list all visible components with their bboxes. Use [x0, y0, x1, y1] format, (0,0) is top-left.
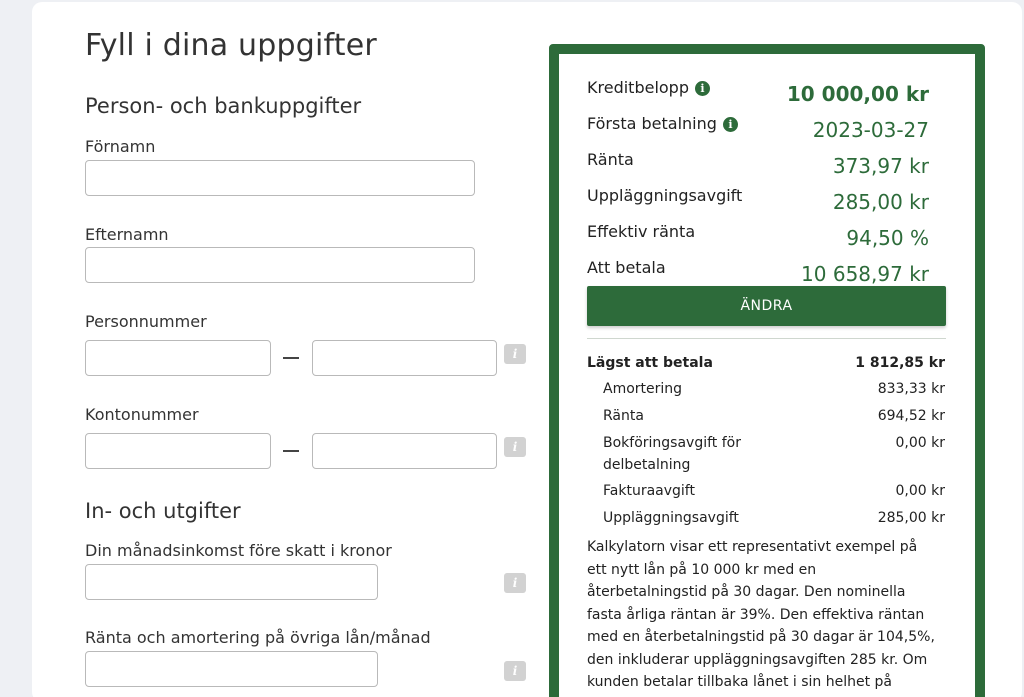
efternamn-input[interactable]	[85, 247, 475, 283]
breakdown-ranta-value: 694,52 kr	[877, 408, 945, 424]
dash-separator	[283, 357, 299, 359]
loans-info-icon[interactable]: i	[504, 661, 526, 681]
section-title-income: In- och utgifter	[85, 499, 241, 523]
fakturaavgift-value: 0,00 kr	[895, 483, 946, 499]
personnummer-date-input[interactable]	[85, 340, 271, 376]
ranta-value: 373,97 kr	[832, 154, 929, 178]
personnummer-label: Personnummer	[85, 312, 207, 331]
effektiv-ranta-label: Effektiv ränta	[587, 222, 696, 241]
lagst-att-betala-label: Lägst att betala	[587, 355, 713, 371]
divider	[587, 338, 946, 339]
fornamn-input[interactable]	[85, 160, 475, 196]
section-title-person: Person- och bankuppgifter	[85, 94, 362, 118]
upplaggningsavgift-value: 285,00 kr	[832, 190, 929, 214]
clearing-number-input[interactable]	[85, 433, 271, 469]
upplaggningsavgift-label: Uppläggningsavgift	[587, 186, 743, 205]
loans-input[interactable]	[85, 651, 378, 687]
forsta-betalning-info-icon[interactable]: i	[722, 117, 738, 132]
page-title: Fyll i dina uppgifter	[85, 28, 377, 63]
kreditbelopp-value: 10 000,00 kr	[786, 82, 929, 106]
kreditbelopp-row: Kreditbelopp i	[587, 78, 710, 97]
change-button[interactable]: ÄNDRA	[587, 286, 946, 326]
income-input[interactable]	[85, 564, 378, 600]
forsta-betalning-label: Första betalning	[587, 114, 717, 133]
income-info-icon[interactable]: i	[504, 573, 526, 593]
effektiv-ranta-value: 94,50 %	[846, 226, 929, 250]
efternamn-label: Efternamn	[85, 225, 169, 244]
loans-label: Ränta och amortering på övriga lån/månad	[85, 628, 431, 647]
dash-separator	[283, 450, 299, 452]
disclaimer-text: Kalkylatorn visar ett representativt exe…	[587, 539, 935, 697]
income-label: Din månadsinkomst före skatt i kronor	[85, 541, 392, 560]
bokforingsavgift-label: Bokföringsavgift för delbetalning	[603, 432, 741, 476]
ranta-label: Ränta	[587, 150, 634, 169]
kontonummer-label: Kontonummer	[85, 405, 199, 424]
breakdown-ranta-label: Ränta	[603, 408, 644, 424]
forsta-betalning-row: Första betalning i	[587, 114, 738, 133]
amortering-label: Amortering	[603, 381, 683, 397]
bokforingsavgift-label-line2: delbetalning	[603, 457, 691, 473]
fakturaavgift-label: Fakturaavgift	[603, 483, 695, 499]
personnummer-info-icon[interactable]: i	[504, 344, 526, 364]
loan-summary-panel: Kreditbelopp i 10 000,00 kr Första betaln…	[549, 44, 985, 697]
account-number-input[interactable]	[312, 433, 497, 469]
att-betala-value: 10 658,97 kr	[801, 262, 929, 286]
att-betala-label: Att betala	[587, 258, 666, 277]
lagst-att-betala-value: 1 812,85 kr	[855, 355, 945, 371]
amortering-value: 833,33 kr	[877, 381, 945, 397]
kreditbelopp-label: Kreditbelopp	[587, 78, 689, 97]
personnummer-digits-input[interactable]	[312, 340, 497, 376]
kreditbelopp-info-icon[interactable]: i	[694, 81, 710, 96]
breakdown-upplaggningsavgift-value: 285,00 kr	[877, 510, 945, 526]
kontonummer-info-icon[interactable]: i	[504, 437, 526, 457]
bokforingsavgift-label-line1: Bokföringsavgift för	[603, 435, 741, 451]
bokforingsavgift-value: 0,00 kr	[895, 435, 946, 451]
breakdown-upplaggningsavgift-label: Uppläggningsavgift	[603, 510, 739, 526]
fornamn-label: Förnamn	[85, 137, 156, 156]
forsta-betalning-value: 2023-03-27	[812, 118, 929, 142]
